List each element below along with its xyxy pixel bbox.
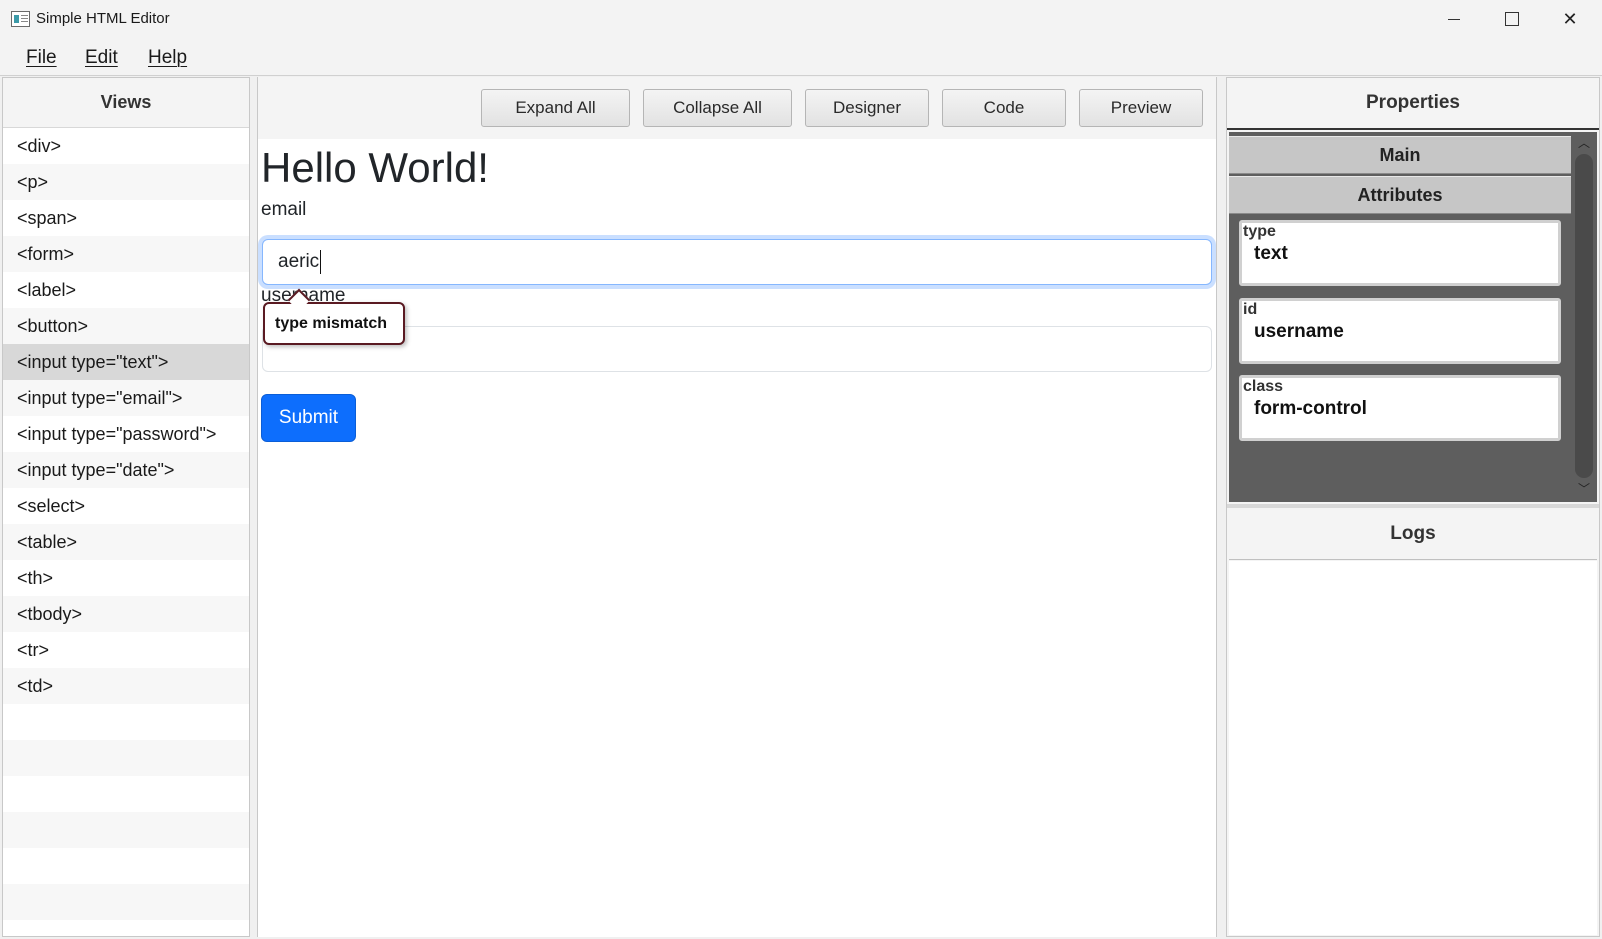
logs-header: Logs — [1229, 508, 1597, 560]
view-item-td[interactable]: <td> — [3, 668, 249, 704]
view-item-form[interactable]: <form> — [3, 236, 249, 272]
logs-area[interactable] — [1229, 561, 1597, 935]
attr-value: username — [1254, 321, 1344, 342]
view-item-tr[interactable]: <tr> — [3, 632, 249, 668]
maximize-button[interactable] — [1483, 0, 1541, 38]
email-value: aeric — [278, 251, 320, 272]
email-label: email — [261, 199, 307, 220]
attr-key: class — [1243, 378, 1284, 395]
list-filler-row — [3, 884, 249, 920]
email-field[interactable]: aeric — [262, 239, 1212, 285]
view-item-span[interactable]: <span> — [3, 200, 249, 236]
submit-button[interactable]: Submit — [261, 394, 356, 442]
text-caret — [320, 249, 322, 274]
list-filler-row — [3, 740, 249, 776]
collapse-all-button[interactable]: Collapse All — [643, 89, 792, 127]
toolbar: Expand All Collapse All Designer Code Pr… — [258, 77, 1216, 139]
code-button[interactable]: Code — [942, 89, 1066, 127]
preview-button[interactable]: Preview — [1079, 89, 1203, 127]
chevron-up-icon[interactable]: ︿ — [1577, 136, 1591, 150]
view-item-input-password[interactable]: <input type="password"> — [3, 416, 249, 452]
title-bar: Simple HTML Editor ✕ — [0, 0, 1602, 38]
section-main[interactable]: Main — [1229, 136, 1571, 174]
menu-file[interactable]: File — [26, 47, 57, 69]
design-canvas[interactable]: Hello World! email aeric username Submit… — [258, 139, 1216, 937]
attr-key: id — [1243, 301, 1258, 318]
designer-area: Expand All Collapse All Designer Code Pr… — [257, 77, 1217, 937]
view-item-input-text[interactable]: <input type="text"> — [3, 344, 249, 380]
properties-header: Properties — [1227, 78, 1599, 130]
list-filler-row — [3, 812, 249, 848]
view-item-select[interactable]: <select> — [3, 488, 249, 524]
view-item-label[interactable]: <label> — [3, 272, 249, 308]
view-item-table[interactable]: <table> — [3, 524, 249, 560]
list-filler-row — [3, 704, 249, 740]
minimize-button[interactable] — [1425, 0, 1483, 38]
section-attributes[interactable]: Attributes — [1229, 176, 1571, 214]
list-filler-row — [3, 848, 249, 884]
page-heading: Hello World! — [261, 144, 489, 191]
expand-all-button[interactable]: Expand All — [481, 89, 630, 127]
designer-button[interactable]: Designer — [805, 89, 929, 127]
properties-panel: Properties Main Attributes type text id … — [1226, 77, 1600, 937]
scroll-thumb[interactable] — [1575, 154, 1593, 478]
view-item-input-date[interactable]: <input type="date"> — [3, 452, 249, 488]
views-list: <div> <p> <span> <form> <label> <button>… — [3, 128, 249, 920]
chevron-down-icon[interactable]: ﹀ — [1577, 482, 1591, 496]
view-item-div[interactable]: <div> — [3, 128, 249, 164]
window-title: Simple HTML Editor — [36, 10, 170, 27]
view-item-input-email[interactable]: <input type="email"> — [3, 380, 249, 416]
app-icon — [11, 11, 30, 27]
validation-tooltip: type mismatch — [263, 302, 405, 345]
view-item-tbody[interactable]: <tbody> — [3, 596, 249, 632]
attr-type-box[interactable]: type text — [1239, 220, 1561, 286]
view-item-button[interactable]: <button> — [3, 308, 249, 344]
attr-key: type — [1243, 223, 1276, 240]
properties-body: Main Attributes type text id username cl… — [1229, 132, 1597, 502]
menu-bar: File Edit Help — [0, 38, 1602, 76]
attr-value: form-control — [1254, 398, 1367, 419]
properties-scrollbar[interactable]: ︿ ﹀ — [1571, 132, 1597, 502]
menu-edit[interactable]: Edit — [85, 47, 118, 69]
list-filler-row — [3, 776, 249, 812]
view-item-th[interactable]: <th> — [3, 560, 249, 596]
attr-class-box[interactable]: class form-control — [1239, 375, 1561, 441]
view-item-p[interactable]: <p> — [3, 164, 249, 200]
views-panel: Views <div> <p> <span> <form> <label> <b… — [2, 77, 250, 937]
attr-value: text — [1254, 243, 1288, 264]
close-button[interactable]: ✕ — [1541, 0, 1599, 38]
menu-help[interactable]: Help — [148, 47, 187, 69]
attr-id-box[interactable]: id username — [1239, 298, 1561, 364]
views-header: Views — [3, 78, 249, 128]
